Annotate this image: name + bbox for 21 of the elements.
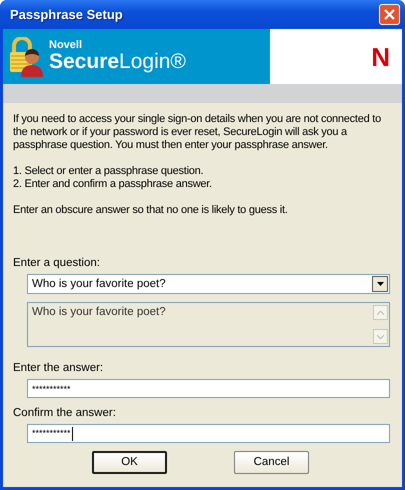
field-label: Enter a question:: [13, 257, 100, 270]
question-dropdown[interactable]: Who is your favorite poet?: [27, 274, 390, 294]
instruction-text: Enter an obscure answer so that no one is likely to guess it.: [13, 204, 289, 217]
ok-button[interactable]: OK: [92, 451, 167, 474]
product-name: SecureLogin®: [49, 51, 186, 73]
field-label: Enter the answer:: [13, 362, 104, 375]
question-preview: Who is your favorite poet?: [27, 302, 390, 347]
instruction-text: 1. Select or enter a passphrase question. 2. Enter and confirm a passphrase answer.: [13, 165, 213, 191]
cancel-button[interactable]: Cancel: [234, 451, 309, 474]
logo-letter: N: [371, 44, 390, 70]
scroll-down-icon: [373, 329, 388, 344]
lock-user-icon: [9, 36, 45, 76]
close-icon: [384, 9, 395, 20]
field-label: Confirm the answer:: [13, 407, 116, 420]
instruction-text: If you need to access your single sign-on details when you are not connected to the network or if your password is ever reset, SecureLogin will ask you a passphrase question. You must then enter your passphrase answer.: [13, 113, 382, 152]
confirm-field[interactable]: ***********: [27, 424, 390, 443]
window-title: Passphrase Setup: [10, 8, 123, 21]
scroll-up-icon: [373, 305, 388, 320]
brand-name: Novell: [49, 40, 84, 51]
answer-field[interactable]: ***********: [27, 379, 390, 398]
close-button[interactable]: [379, 4, 400, 25]
